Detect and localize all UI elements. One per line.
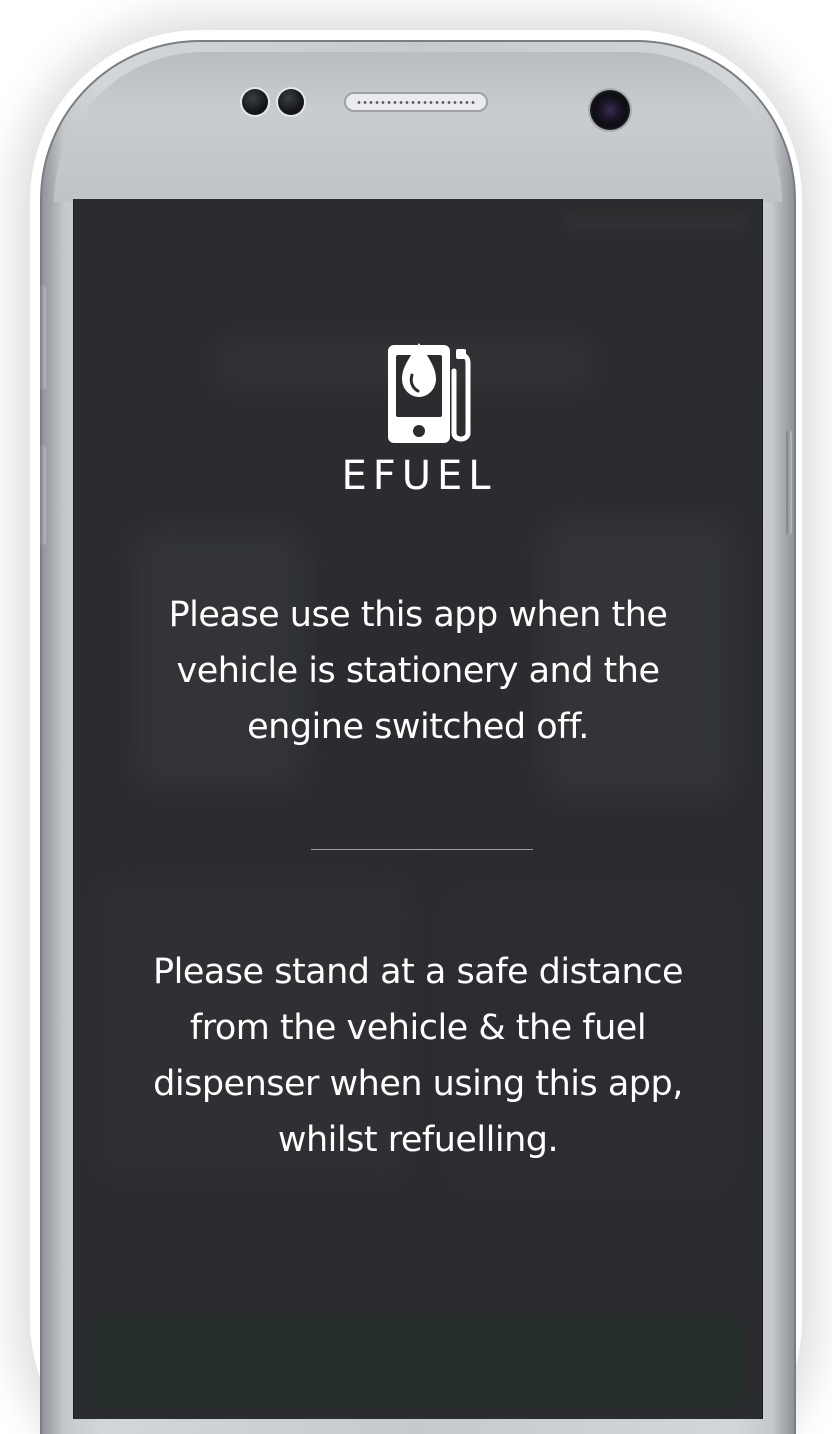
fuel-phone-icon [388,343,471,443]
proximity-sensor-icon [242,89,268,115]
light-sensor-icon [278,89,304,115]
stationary-notice: Please use this app when the vehicle is … [168,595,668,747]
volume-button [40,285,46,390]
earpiece-speaker [344,92,488,112]
bixby-button [40,445,46,545]
device-mockup: EFUEL Please use this app when the vehic… [0,0,832,1434]
phone-screen: EFUEL Please use this app when the vehic… [73,199,763,1419]
power-button [786,430,792,535]
safety-overlay[interactable]: EFUEL Please use this app when the vehic… [74,199,762,1419]
divider [311,849,533,850]
distance-notice: Please stand at a safe distance from the… [153,952,683,1160]
phone-top-bezel [54,52,782,202]
efuel-logo: EFUEL [324,341,514,501]
app-logo-text: EFUEL [341,453,497,499]
front-camera-icon [590,90,630,130]
